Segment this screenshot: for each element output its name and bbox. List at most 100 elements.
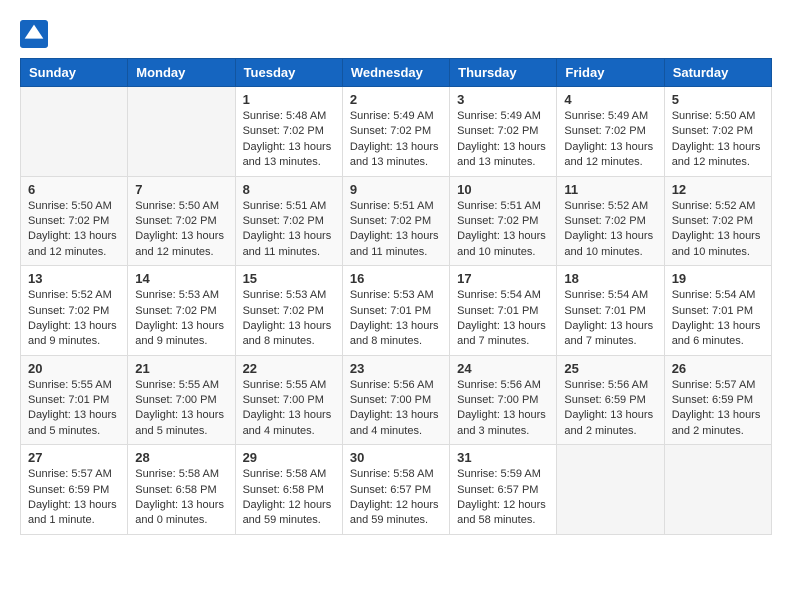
day-info: Sunrise: 5:58 AMSunset: 6:57 PMDaylight:…	[350, 467, 442, 529]
calendar-cell: 25 Sunrise: 5:56 AMSunset: 6:59 PMDayligh…	[557, 355, 664, 445]
calendar-week-row: 6 Sunrise: 5:50 AMSunset: 7:02 PMDaylight…	[21, 176, 772, 266]
calendar-cell: 8Sunrise: 5:51 AMSunset: 7:02 PMDaylight…	[235, 176, 342, 266]
day-info: Sunrise: 5:50 AMSunset: 7:02 PMDaylight:…	[672, 109, 764, 171]
day-number: 29	[243, 450, 335, 465]
calendar-cell: 21 Sunrise: 5:55 AMSunset: 7:00 PMDayligh…	[128, 355, 235, 445]
day-number: 11	[564, 182, 656, 197]
calendar-cell: 12 Sunrise: 5:52 AMSunset: 7:02 PMDayligh…	[664, 176, 771, 266]
day-number: 6	[28, 182, 120, 197]
calendar-cell: 4 Sunrise: 5:49 AMSunset: 7:02 PMDaylight…	[557, 87, 664, 177]
calendar-cell: 19 Sunrise: 5:54 AMSunset: 7:01 PMDayligh…	[664, 266, 771, 356]
calendar-week-row: 27 Sunrise: 5:57 AMSunset: 6:59 PMDayligh…	[21, 445, 772, 535]
day-number: 9	[350, 182, 442, 197]
day-number: 5	[672, 92, 764, 107]
day-info: Sunrise: 5:50 AMSunset: 7:02 PMDaylight:…	[135, 199, 227, 261]
page-header	[20, 20, 772, 48]
day-info: Sunrise: 5:57 AMSunset: 6:59 PMDaylight:…	[28, 467, 120, 529]
day-info: Sunrise: 5:52 AMSunset: 7:02 PMDaylight:…	[564, 199, 656, 261]
day-info: Sunrise: 5:53 AMSunset: 7:02 PMDaylight:…	[135, 288, 227, 350]
day-number: 17	[457, 271, 549, 286]
day-number: 22	[243, 361, 335, 376]
calendar-cell	[557, 445, 664, 535]
calendar-cell: 11 Sunrise: 5:52 AMSunset: 7:02 PMDayligh…	[557, 176, 664, 266]
day-info: Sunrise: 5:49 AMSunset: 7:02 PMDaylight:…	[564, 109, 656, 171]
day-number: 2	[350, 92, 442, 107]
calendar-week-row: 20Sunrise: 5:55 AMSunset: 7:01 PMDayligh…	[21, 355, 772, 445]
calendar-cell: 31 Sunrise: 5:59 AMSunset: 6:57 PMDayligh…	[450, 445, 557, 535]
calendar-week-row: 1Sunrise: 5:48 AMSunset: 7:02 PMDaylight…	[21, 87, 772, 177]
day-number: 16	[350, 271, 442, 286]
day-info: Sunrise: 5:51 AMSunset: 7:02 PMDaylight:…	[457, 199, 549, 261]
day-info: Sunrise: 5:59 AMSunset: 6:57 PMDaylight:…	[457, 467, 549, 529]
day-info: Sunrise: 5:58 AMSunset: 6:58 PMDaylight:…	[243, 467, 335, 529]
day-number: 27	[28, 450, 120, 465]
day-number: 4	[564, 92, 656, 107]
day-of-week-header: Monday	[128, 59, 235, 87]
logo-icon	[20, 20, 48, 48]
calendar-cell: 27 Sunrise: 5:57 AMSunset: 6:59 PMDayligh…	[21, 445, 128, 535]
day-info: Sunrise: 5:55 AMSunset: 7:00 PMDaylight:…	[243, 378, 335, 440]
day-info: Sunrise: 5:56 AMSunset: 7:00 PMDaylight:…	[457, 378, 549, 440]
day-number: 14	[135, 271, 227, 286]
calendar-cell: 29 Sunrise: 5:58 AMSunset: 6:58 PMDayligh…	[235, 445, 342, 535]
calendar-cell: 3 Sunrise: 5:49 AMSunset: 7:02 PMDaylight…	[450, 87, 557, 177]
day-of-week-header: Friday	[557, 59, 664, 87]
day-number: 10	[457, 182, 549, 197]
day-info: Sunrise: 5:54 AMSunset: 7:01 PMDaylight:…	[672, 288, 764, 350]
calendar-cell: 6 Sunrise: 5:50 AMSunset: 7:02 PMDaylight…	[21, 176, 128, 266]
day-of-week-header: Saturday	[664, 59, 771, 87]
day-of-week-header: Tuesday	[235, 59, 342, 87]
calendar-week-row: 13 Sunrise: 5:52 AMSunset: 7:02 PMDayligh…	[21, 266, 772, 356]
calendar-cell: 23Sunrise: 5:56 AMSunset: 7:00 PMDayligh…	[342, 355, 449, 445]
calendar-header-row: SundayMondayTuesdayWednesdayThursdayFrid…	[21, 59, 772, 87]
calendar-cell: 7 Sunrise: 5:50 AMSunset: 7:02 PMDaylight…	[128, 176, 235, 266]
day-number: 18	[564, 271, 656, 286]
calendar-cell: 5 Sunrise: 5:50 AMSunset: 7:02 PMDaylight…	[664, 87, 771, 177]
day-info: Sunrise: 5:55 AMSunset: 7:00 PMDaylight:…	[135, 378, 227, 440]
logo	[20, 20, 52, 48]
calendar-table: SundayMondayTuesdayWednesdayThursdayFrid…	[20, 58, 772, 535]
day-number: 13	[28, 271, 120, 286]
day-number: 15	[243, 271, 335, 286]
day-number: 3	[457, 92, 549, 107]
day-info: Sunrise: 5:53 AMSunset: 7:01 PMDaylight:…	[350, 288, 442, 350]
day-number: 12	[672, 182, 764, 197]
day-number: 25	[564, 361, 656, 376]
day-number: 31	[457, 450, 549, 465]
calendar-cell	[664, 445, 771, 535]
day-info: Sunrise: 5:49 AMSunset: 7:02 PMDaylight:…	[457, 109, 549, 171]
day-info: Sunrise: 5:55 AMSunset: 7:01 PMDaylight:…	[28, 378, 120, 440]
day-info: Sunrise: 5:51 AMSunset: 7:02 PMDaylight:…	[350, 199, 442, 261]
day-number: 19	[672, 271, 764, 286]
day-of-week-header: Thursday	[450, 59, 557, 87]
calendar-cell	[128, 87, 235, 177]
calendar-cell: 9 Sunrise: 5:51 AMSunset: 7:02 PMDaylight…	[342, 176, 449, 266]
day-number: 7	[135, 182, 227, 197]
calendar-cell: 17 Sunrise: 5:54 AMSunset: 7:01 PMDayligh…	[450, 266, 557, 356]
calendar-cell: 28Sunrise: 5:58 AMSunset: 6:58 PMDayligh…	[128, 445, 235, 535]
calendar-cell: 30 Sunrise: 5:58 AMSunset: 6:57 PMDayligh…	[342, 445, 449, 535]
calendar-cell: 1Sunrise: 5:48 AMSunset: 7:02 PMDaylight…	[235, 87, 342, 177]
day-number: 23	[350, 361, 442, 376]
calendar-cell: 15Sunrise: 5:53 AMSunset: 7:02 PMDayligh…	[235, 266, 342, 356]
calendar-cell: 22 Sunrise: 5:55 AMSunset: 7:00 PMDayligh…	[235, 355, 342, 445]
day-number: 8	[243, 182, 335, 197]
day-number: 21	[135, 361, 227, 376]
day-number: 30	[350, 450, 442, 465]
day-info: Sunrise: 5:56 AMSunset: 6:59 PMDaylight:…	[564, 378, 656, 440]
day-info: Sunrise: 5:52 AMSunset: 7:02 PMDaylight:…	[28, 288, 120, 350]
day-info: Sunrise: 5:52 AMSunset: 7:02 PMDaylight:…	[672, 199, 764, 261]
day-info: Sunrise: 5:49 AMSunset: 7:02 PMDaylight:…	[350, 109, 442, 171]
day-info: Sunrise: 5:50 AMSunset: 7:02 PMDaylight:…	[28, 199, 120, 261]
day-info: Sunrise: 5:57 AMSunset: 6:59 PMDaylight:…	[672, 378, 764, 440]
calendar-cell: 20Sunrise: 5:55 AMSunset: 7:01 PMDayligh…	[21, 355, 128, 445]
calendar-cell: 14 Sunrise: 5:53 AMSunset: 7:02 PMDayligh…	[128, 266, 235, 356]
day-number: 1	[243, 92, 335, 107]
calendar-cell: 26Sunrise: 5:57 AMSunset: 6:59 PMDayligh…	[664, 355, 771, 445]
day-number: 24	[457, 361, 549, 376]
day-info: Sunrise: 5:54 AMSunset: 7:01 PMDaylight:…	[457, 288, 549, 350]
calendar-cell: 13 Sunrise: 5:52 AMSunset: 7:02 PMDayligh…	[21, 266, 128, 356]
day-of-week-header: Wednesday	[342, 59, 449, 87]
day-of-week-header: Sunday	[21, 59, 128, 87]
calendar-cell: 18Sunrise: 5:54 AMSunset: 7:01 PMDayligh…	[557, 266, 664, 356]
